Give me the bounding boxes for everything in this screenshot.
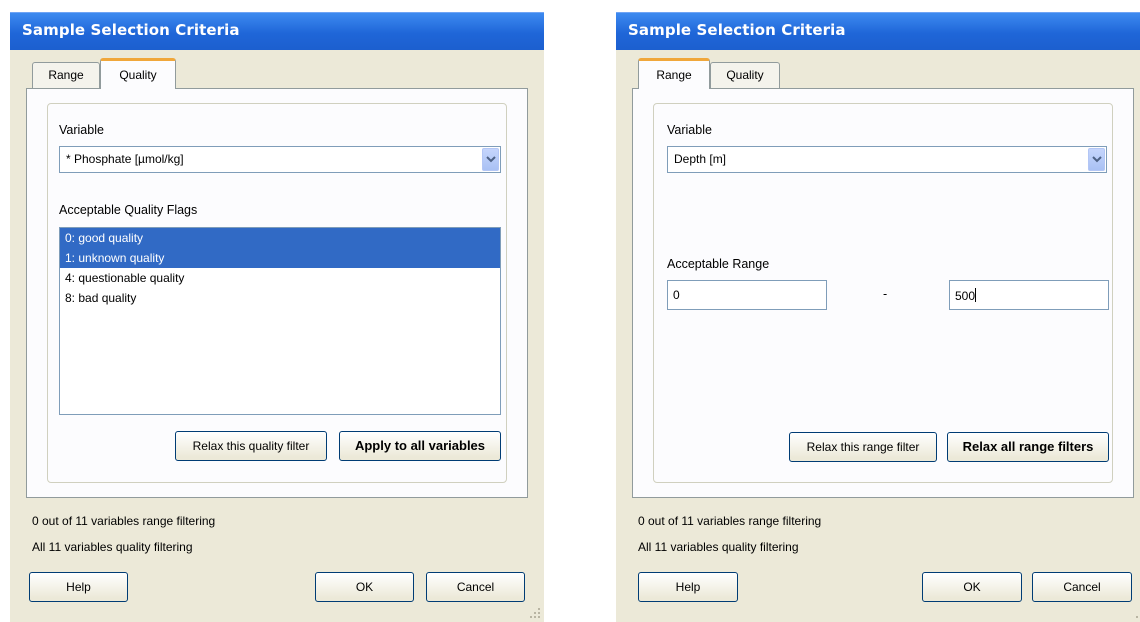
- cancel-button[interactable]: Cancel: [1032, 572, 1132, 602]
- list-item[interactable]: 4: questionable quality: [60, 268, 500, 288]
- variable-select[interactable]: * Phosphate [µmol/kg]: [59, 146, 501, 173]
- range-max-value: 500: [955, 289, 976, 303]
- list-item[interactable]: 1: unknown quality: [60, 248, 500, 268]
- dropdown-button[interactable]: [482, 148, 499, 171]
- resize-grip-icon[interactable]: [530, 608, 541, 619]
- tab-panel-range: Variable Depth [m] Acceptable Range 0 - …: [632, 88, 1134, 498]
- list-item[interactable]: 8: bad quality: [60, 288, 500, 308]
- relax-all-range-filters-button[interactable]: Relax all range filters: [947, 432, 1109, 462]
- variable-label: Variable: [59, 123, 104, 137]
- cancel-button[interactable]: Cancel: [426, 572, 525, 602]
- quality-flags-label: Acceptable Quality Flags: [59, 203, 198, 217]
- ok-button[interactable]: OK: [315, 572, 414, 602]
- tab-range[interactable]: Range: [32, 62, 100, 88]
- tab-quality[interactable]: Quality: [100, 58, 176, 89]
- chevron-down-icon: [1092, 156, 1102, 163]
- acceptable-range-label: Acceptable Range: [667, 257, 770, 271]
- range-min-input[interactable]: 0: [667, 280, 827, 310]
- title-bar[interactable]: Sample Selection Criteria: [10, 12, 544, 50]
- sample-selection-dialog-quality: Sample Selection Criteria Range Quality …: [10, 12, 544, 622]
- dialog-title: Sample Selection Criteria: [628, 21, 846, 39]
- range-separator: -: [883, 287, 888, 301]
- text-caret: [975, 288, 977, 302]
- quality-filter-status: All 11 variables quality filtering: [32, 540, 193, 554]
- range-min-value: 0: [673, 288, 680, 302]
- list-item[interactable]: 0: good quality: [60, 228, 500, 248]
- tab-quality[interactable]: Quality: [710, 62, 780, 88]
- relax-quality-filter-button[interactable]: Relax this quality filter: [175, 431, 327, 461]
- variable-select-value: * Phosphate [µmol/kg]: [66, 152, 184, 166]
- help-button[interactable]: Help: [29, 572, 128, 602]
- resize-grip-icon[interactable]: [1136, 608, 1140, 619]
- variable-select-value: Depth [m]: [674, 152, 727, 166]
- range-filter-status: 0 out of 11 variables range filtering: [32, 514, 216, 528]
- tab-panel-quality: Variable * Phosphate [µmol/kg] Acceptabl…: [26, 88, 528, 498]
- quality-flags-list[interactable]: 0: good quality 1: unknown quality 4: qu…: [59, 227, 501, 415]
- dropdown-button[interactable]: [1088, 148, 1105, 171]
- variable-label: Variable: [667, 123, 712, 137]
- help-button[interactable]: Help: [638, 572, 738, 602]
- chevron-down-icon: [486, 156, 496, 163]
- dialog-title: Sample Selection Criteria: [22, 21, 240, 39]
- variable-select[interactable]: Depth [m]: [667, 146, 1107, 173]
- quality-filter-status: All 11 variables quality filtering: [638, 540, 799, 554]
- tab-range[interactable]: Range: [638, 58, 710, 89]
- range-filter-status: 0 out of 11 variables range filtering: [638, 514, 822, 528]
- title-bar[interactable]: Sample Selection Criteria: [616, 12, 1140, 50]
- apply-to-all-variables-button[interactable]: Apply to all variables: [339, 431, 501, 461]
- ok-button[interactable]: OK: [922, 572, 1022, 602]
- relax-range-filter-button[interactable]: Relax this range filter: [789, 432, 937, 462]
- sample-selection-dialog-range: Sample Selection Criteria Range Quality …: [616, 12, 1140, 622]
- range-max-input[interactable]: 500: [949, 280, 1109, 310]
